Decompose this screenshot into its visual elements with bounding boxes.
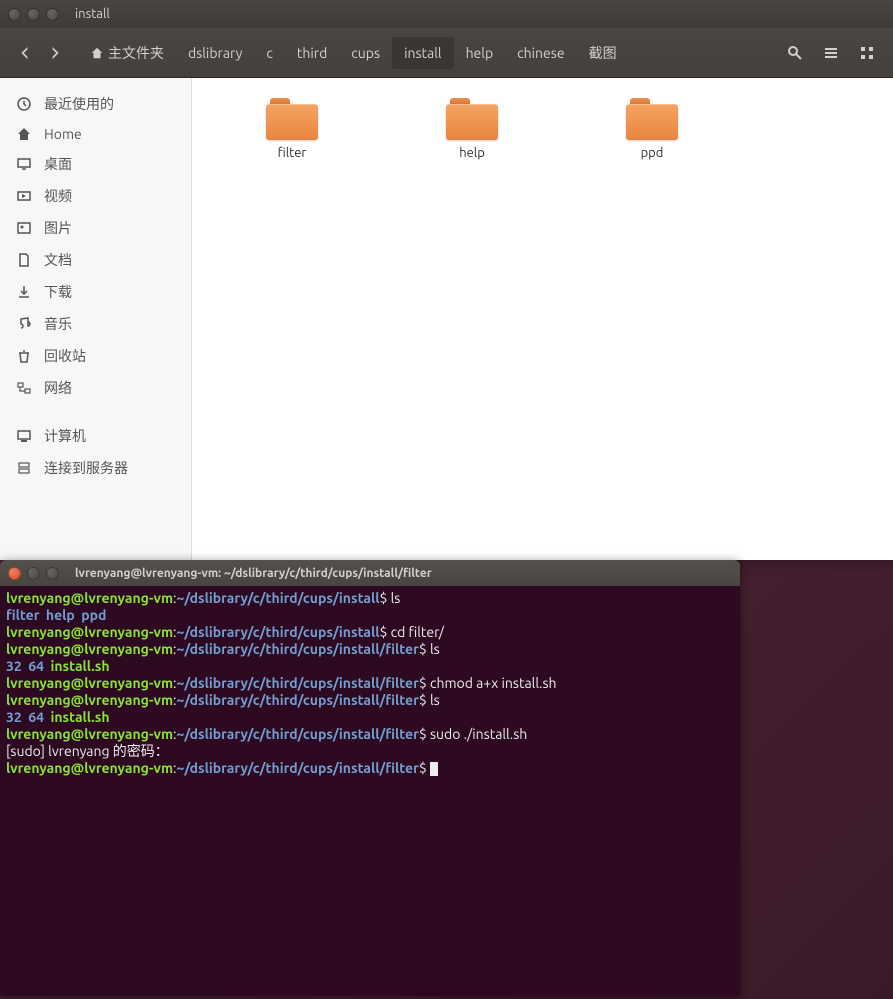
terminal-line: lvrenyang@lvrenyang-vm:~/dslibrary/c/thi… — [6, 760, 734, 777]
folder-label: ppd — [641, 146, 664, 160]
sidebar-item-label: 最近使用的 — [44, 94, 114, 114]
terminal-title: lvrenyang@lvrenyang-vm: ~/dslibrary/c/th… — [75, 567, 432, 580]
breadcrumb-item[interactable]: help — [454, 37, 506, 69]
music-icon — [16, 316, 32, 332]
sidebar-item-label: 视频 — [44, 186, 72, 206]
terminal-body[interactable]: lvrenyang@lvrenyang-vm:~/dslibrary/c/thi… — [0, 586, 740, 996]
sidebar-item[interactable]: 桌面 — [0, 148, 191, 180]
folder-icon — [626, 98, 678, 140]
sidebar-item-label: 图片 — [44, 218, 72, 238]
breadcrumb-label: help — [466, 45, 494, 61]
sidebar-item-label: 网络 — [44, 378, 72, 398]
terminal-line: [sudo] lvrenyang 的密码： — [6, 743, 734, 760]
search-button[interactable] — [779, 38, 811, 68]
sidebar: 最近使用的 Home 桌面视频图片文档下载音乐回收站网络计算机连接到服务器 — [0, 78, 192, 560]
server-icon — [16, 460, 32, 476]
breadcrumb-item[interactable]: c — [254, 37, 285, 69]
folder-label: help — [459, 146, 485, 160]
computer-icon — [16, 428, 32, 444]
sidebar-item[interactable]: 文档 — [0, 244, 191, 276]
breadcrumb-item[interactable]: 截图 — [577, 37, 629, 69]
terminal-line: lvrenyang@lvrenyang-vm:~/dslibrary/c/thi… — [6, 726, 734, 743]
clock-icon — [16, 96, 32, 112]
sidebar-item[interactable]: 最近使用的 — [0, 88, 191, 120]
network-icon — [16, 380, 32, 396]
minimize-icon[interactable] — [27, 567, 40, 580]
sidebar-item-label: 下载 — [44, 282, 72, 302]
breadcrumb-item[interactable]: cups — [339, 37, 392, 69]
list-view-button[interactable] — [815, 38, 847, 68]
cursor — [430, 762, 438, 776]
sidebar-item[interactable]: 视频 — [0, 180, 191, 212]
terminal-line: filter help ppd — [6, 607, 734, 624]
sidebar-item[interactable]: 连接到服务器 — [0, 452, 191, 484]
grid-view-button[interactable] — [851, 38, 883, 68]
breadcrumb: 主文件夹 dslibrary c third cups install help chines… — [78, 37, 779, 69]
terminal-line: lvrenyang@lvrenyang-vm:~/dslibrary/c/thi… — [6, 675, 734, 692]
titlebar[interactable]: install — [0, 0, 893, 28]
forward-button[interactable] — [40, 38, 70, 68]
minimize-icon[interactable] — [27, 8, 40, 21]
sidebar-item-label: 文档 — [44, 250, 72, 270]
video-icon — [16, 188, 32, 204]
breadcrumb-label: chinese — [517, 45, 564, 61]
folder-item[interactable]: help — [432, 98, 512, 160]
sidebar-item[interactable]: 音乐 — [0, 308, 191, 340]
terminal-line: lvrenyang@lvrenyang-vm:~/dslibrary/c/thi… — [6, 692, 734, 709]
window-title: install — [75, 7, 110, 21]
breadcrumb-item[interactable]: chinese — [505, 37, 576, 69]
sidebar-item[interactable]: 图片 — [0, 212, 191, 244]
sidebar-item-label: Home — [44, 126, 82, 142]
toolbar: 主文件夹 dslibrary c third cups install help chines… — [0, 28, 893, 78]
folder-item[interactable]: filter — [252, 98, 332, 160]
sidebar-item[interactable]: Home — [0, 120, 191, 148]
breadcrumb-item[interactable]: dslibrary — [176, 37, 254, 69]
breadcrumb-label: cups — [351, 45, 380, 61]
maximize-icon[interactable] — [46, 567, 59, 580]
sidebar-item-label: 桌面 — [44, 154, 72, 174]
sidebar-item-label: 连接到服务器 — [44, 458, 128, 478]
file-manager-window: install 主文件夹 dslibrary c third cups install he… — [0, 0, 893, 560]
terminal-line: lvrenyang@lvrenyang-vm:~/dslibrary/c/thi… — [6, 641, 734, 658]
terminal-line: lvrenyang@lvrenyang-vm:~/dslibrary/c/thi… — [6, 624, 734, 641]
close-icon[interactable] — [8, 567, 21, 580]
terminal-line: 32 64 install.sh — [6, 709, 734, 726]
download-icon — [16, 284, 32, 300]
breadcrumb-label: c — [266, 45, 273, 61]
home-icon — [16, 126, 32, 142]
trash-icon — [16, 348, 32, 364]
breadcrumb-label: third — [297, 45, 327, 61]
folder-label: filter — [278, 146, 307, 160]
back-button[interactable] — [10, 38, 40, 68]
terminal-titlebar[interactable]: lvrenyang@lvrenyang-vm: ~/dslibrary/c/th… — [0, 560, 740, 586]
breadcrumb-label: 截图 — [589, 43, 617, 63]
sidebar-item[interactable]: 计算机 — [0, 420, 191, 452]
sidebar-item-label: 计算机 — [44, 426, 86, 446]
sidebar-item[interactable]: 回收站 — [0, 340, 191, 372]
folder-icon — [446, 98, 498, 140]
sidebar-item[interactable]: 下载 — [0, 276, 191, 308]
breadcrumb-label: dslibrary — [188, 45, 242, 61]
sidebar-item-label: 回收站 — [44, 346, 86, 366]
breadcrumb-label: 主文件夹 — [108, 43, 164, 63]
desktop-icon — [16, 156, 32, 172]
terminal-line: lvrenyang@lvrenyang-vm:~/dslibrary/c/thi… — [6, 590, 734, 607]
image-icon — [16, 220, 32, 236]
terminal-line: 32 64 install.sh — [6, 658, 734, 675]
breadcrumb-item[interactable]: install — [392, 37, 453, 69]
breadcrumb-item[interactable]: third — [285, 37, 339, 69]
sidebar-item[interactable]: 网络 — [0, 372, 191, 404]
breadcrumb-item[interactable]: 主文件夹 — [78, 37, 176, 69]
doc-icon — [16, 252, 32, 268]
folder-icon — [266, 98, 318, 140]
breadcrumb-label: install — [404, 45, 441, 61]
terminal-window: lvrenyang@lvrenyang-vm: ~/dslibrary/c/th… — [0, 560, 740, 996]
close-icon[interactable] — [8, 8, 21, 21]
folder-content[interactable]: filter help ppd — [192, 78, 893, 560]
sidebar-item-label: 音乐 — [44, 314, 72, 334]
maximize-icon[interactable] — [46, 8, 59, 21]
home-icon — [90, 46, 104, 60]
folder-item[interactable]: ppd — [612, 98, 692, 160]
